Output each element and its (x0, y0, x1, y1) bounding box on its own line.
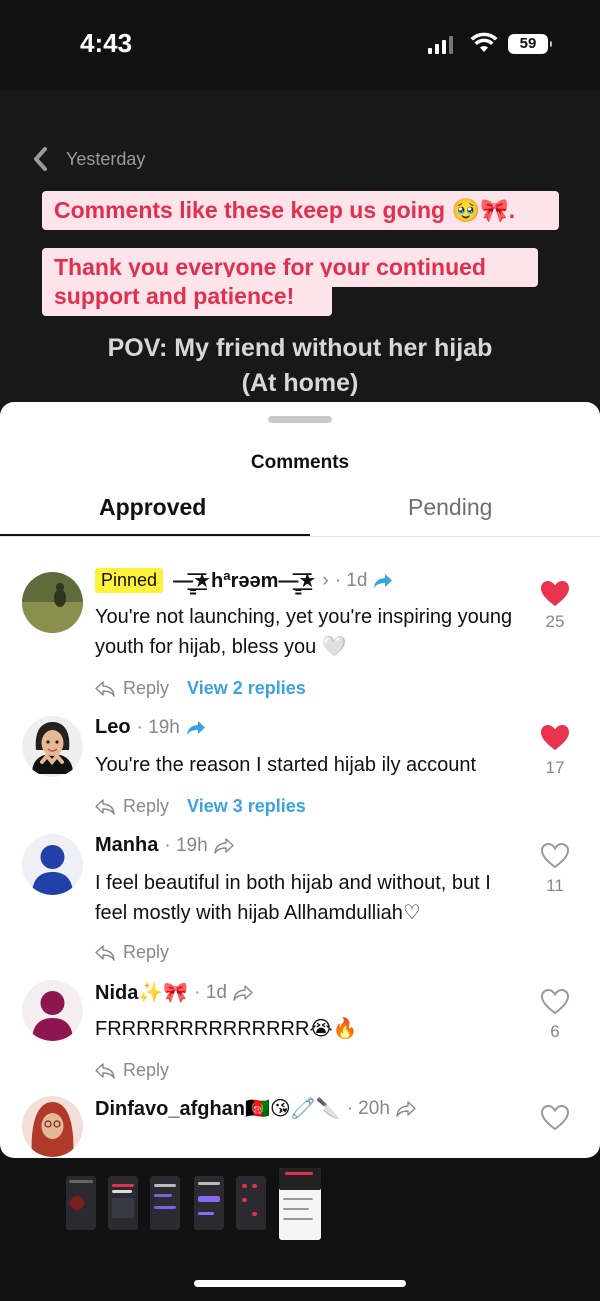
default-avatar-icon (22, 980, 83, 1041)
story-thumbnail[interactable] (236, 1176, 266, 1230)
share-arrow-icon[interactable] (233, 984, 253, 1001)
tab-divider (0, 536, 600, 537)
back-label: Yesterday (66, 148, 146, 169)
username[interactable]: Leo (95, 716, 131, 739)
sheet-title: Comments (250, 452, 350, 473)
heart-outline-icon[interactable] (540, 1104, 570, 1131)
avatar[interactable] (22, 834, 83, 895)
share-arrow-icon[interactable] (213, 837, 234, 854)
status-time: 4:43 (80, 28, 133, 58)
avatar-photo (22, 716, 83, 777)
avatar[interactable] (22, 980, 83, 1041)
story-thumbnail[interactable] (108, 1176, 138, 1230)
reply-icon (95, 680, 115, 697)
avatar-photo (22, 1096, 83, 1157)
reply-button[interactable]: Reply (95, 942, 169, 963)
share-arrow-icon[interactable] (186, 720, 206, 736)
reply-label: Reply (123, 796, 170, 816)
sheet-drag-handle[interactable] (268, 416, 332, 423)
battery-icon: 59 (508, 34, 552, 54)
home-indicator[interactable] (194, 1280, 406, 1287)
default-avatar-icon (22, 834, 83, 895)
story-pov-line-1: POV: My friend without her hijab (107, 334, 493, 362)
story-caption-1: Comments like these keep us going 🥹🎀. (42, 191, 559, 230)
comment-time: · 20h (346, 1097, 390, 1119)
comment-text: You're the reason I started hijab ily ac… (95, 754, 477, 776)
reply-icon (95, 944, 115, 961)
story-thumbnail[interactable] (150, 1176, 180, 1230)
chevron-right-icon: › (322, 569, 329, 591)
reply-label: Reply (123, 1060, 170, 1080)
reply-label: Reply (123, 678, 170, 698)
avatar[interactable] (22, 1096, 83, 1157)
like-count: 17 (545, 758, 565, 777)
story-thumbnail-strip (0, 1166, 600, 1246)
comment-text: You're not launching, yet you're inspiri… (95, 606, 513, 658)
pinned-badge: Pinned (95, 568, 164, 593)
story-caption-2b: support and patience! (42, 277, 332, 316)
story-thumbnail[interactable] (194, 1176, 224, 1230)
username[interactable]: Nida✨🎀 (95, 980, 188, 1005)
heart-outline-icon[interactable] (540, 988, 570, 1015)
username[interactable]: Manha (95, 834, 158, 857)
story-thumbnail-active[interactable] (279, 1168, 321, 1240)
status-bar: 4:43 59 (0, 0, 600, 90)
comment-text: I feel beautiful in both hijab and witho… (95, 872, 491, 924)
like-count: 25 (545, 612, 565, 631)
tab-approved[interactable]: Approved (99, 494, 206, 521)
username[interactable]: —̳͟͞͞★hªrəəm—̳͟͞͞★ (173, 568, 316, 593)
comment-time: · 19h (164, 834, 208, 856)
reply-icon (95, 1062, 115, 1079)
comment-time: · 19h (136, 716, 180, 738)
tab-pending[interactable]: Pending (408, 494, 492, 521)
reply-button[interactable]: Reply (95, 678, 169, 699)
avatar[interactable] (22, 716, 83, 777)
username[interactable]: Dinfavo_afghan🇦🇫😘🧷🔪 (95, 1096, 341, 1121)
comment-text: FRRRRRRRRRRRRRR😭🔥 (95, 1018, 358, 1040)
like-count: 6 (550, 1022, 560, 1041)
avatar-photo (22, 572, 83, 633)
chevron-left-icon (34, 147, 47, 171)
heart-outline-icon[interactable] (540, 842, 570, 869)
reply-icon (95, 798, 115, 815)
share-arrow-icon[interactable] (373, 573, 393, 589)
reply-button[interactable]: Reply (95, 796, 169, 817)
share-arrow-icon[interactable] (396, 1100, 416, 1117)
heart-filled-icon[interactable] (540, 724, 570, 751)
reply-button[interactable]: Reply (95, 1060, 169, 1081)
reply-label: Reply (123, 942, 170, 962)
story-thumbnail[interactable] (66, 1176, 96, 1230)
story-pov-line-2: (At home) (241, 369, 359, 397)
view-replies-link[interactable]: View 3 replies (187, 796, 306, 817)
view-replies-link[interactable]: View 2 replies (187, 678, 306, 699)
comment-time: · 1d (194, 981, 227, 1003)
wifi-icon (470, 32, 498, 52)
comment-time: · 1d (334, 569, 368, 591)
back-button[interactable]: Yesterday (30, 146, 145, 172)
cellular-signal-icon (428, 36, 453, 54)
avatar[interactable] (22, 572, 83, 633)
like-count: 11 (546, 876, 564, 895)
heart-filled-icon[interactable] (540, 580, 570, 607)
comments-sheet: Comments Approved Pending Pinned —̳͟͞͞★h… (0, 402, 600, 1158)
story-background: Yesterday Comments like these keep us go… (0, 90, 600, 410)
